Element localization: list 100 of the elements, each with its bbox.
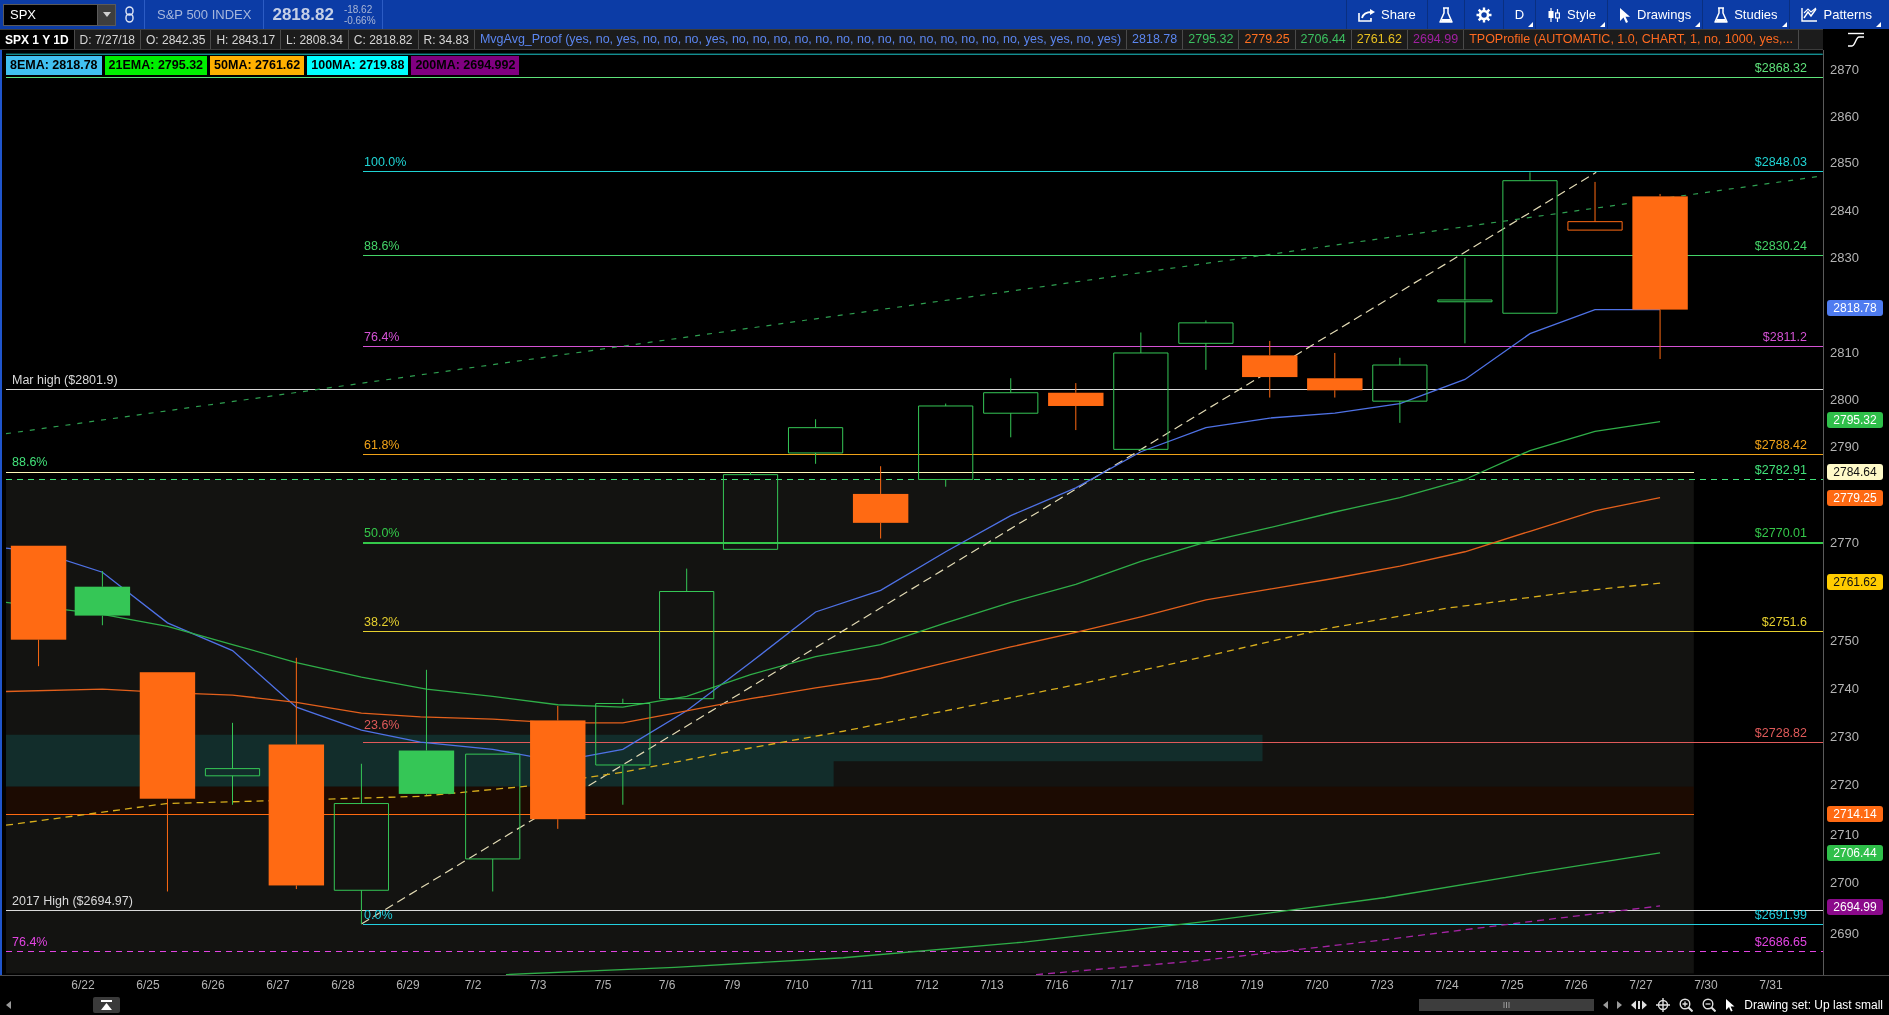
collapse-icon bbox=[101, 1000, 112, 1010]
left-arrow-icon[interactable] bbox=[1603, 1001, 1609, 1009]
price-tag: 2714.14 bbox=[1827, 806, 1883, 822]
level-label: 2017 High ($2694.97) bbox=[12, 894, 133, 909]
price-label: $2848.03 bbox=[1754, 155, 1807, 170]
last-price: 2818.82 bbox=[272, 3, 334, 26]
candlestick bbox=[74, 570, 131, 626]
flask-icon bbox=[1714, 6, 1729, 23]
right-arrow-icon[interactable] bbox=[1617, 1001, 1623, 1009]
symbol-description: S&P 500 INDEX bbox=[157, 5, 252, 24]
quote-value: D: 7/27/18 bbox=[73, 30, 140, 49]
date-label: 7/25 bbox=[1500, 978, 1524, 993]
price-tag: 2706.44 bbox=[1827, 845, 1883, 861]
flask-icon bbox=[1438, 6, 1453, 23]
date-label: 6/25 bbox=[136, 978, 160, 993]
curve-icon[interactable] bbox=[1847, 31, 1865, 48]
axis-tick-label: 2730 bbox=[1830, 729, 1859, 745]
axis-tick-label: 2800 bbox=[1830, 392, 1859, 408]
percent-change: -0.66% bbox=[343, 14, 376, 26]
zoom-in-icon[interactable] bbox=[1679, 998, 1694, 1012]
axis-tick-label: 2710 bbox=[1830, 827, 1859, 843]
axis-tick-label: 2770 bbox=[1830, 535, 1859, 551]
price-label: $2868.32 bbox=[1754, 61, 1807, 76]
price-label: $2782.91 bbox=[1754, 463, 1807, 478]
level-label: 61.8% bbox=[364, 438, 400, 453]
study-value: 2795.32 bbox=[1182, 30, 1239, 49]
caret-icon bbox=[102, 12, 111, 17]
level-label: Mar high ($2801.9) bbox=[12, 373, 118, 388]
date-label: 7/23 bbox=[1370, 978, 1394, 993]
study-value: 2761.62 bbox=[1350, 30, 1407, 49]
price-tag: 2779.25 bbox=[1827, 490, 1883, 506]
status-text: Drawing set: Up last small bbox=[1744, 997, 1883, 1014]
settings-icon bbox=[1475, 6, 1492, 23]
price-label: $2686.65 bbox=[1754, 935, 1807, 950]
quote-value: C: 2818.82 bbox=[347, 30, 418, 49]
date-label: 6/28 bbox=[331, 978, 355, 993]
quote-value: L: 2808.34 bbox=[280, 30, 348, 49]
study-value: MvgAvg_Proof (yes, no, yes, no, no, no, yes, no, no, no, no, no, no, no, no, no, no, no, no, no, no, yes, yes, no, yes) bbox=[473, 30, 1127, 49]
zoom-out-icon[interactable] bbox=[1702, 998, 1717, 1012]
candlestick bbox=[1567, 181, 1623, 231]
level-label: 23.6% bbox=[364, 718, 400, 733]
price-tag: 2795.32 bbox=[1827, 412, 1883, 428]
chart-title: SPX 1 Y 1D bbox=[0, 30, 74, 49]
level-label: 100.0% bbox=[364, 155, 407, 170]
price-tag: 2818.78 bbox=[1827, 300, 1883, 316]
price-change: -18.62 bbox=[343, 3, 374, 15]
candlestick bbox=[1242, 340, 1298, 399]
left-arrow-icon[interactable] bbox=[6, 1001, 11, 1009]
axis-tick-label: 2830 bbox=[1830, 250, 1859, 266]
date-label: 6/29 bbox=[396, 978, 420, 993]
study-value: 2779.25 bbox=[1238, 30, 1295, 49]
symbol-field[interactable]: SPX bbox=[3, 3, 116, 26]
share-icon bbox=[1358, 7, 1375, 22]
candlestick bbox=[1178, 319, 1234, 371]
level-label: 38.2% bbox=[364, 615, 400, 630]
axis-tick-label: 2850 bbox=[1830, 155, 1859, 171]
collapse-button[interactable] bbox=[93, 997, 120, 1013]
price-tag: 2784.64 bbox=[1827, 464, 1883, 480]
level-label: 88.6% bbox=[12, 455, 48, 470]
date-label: 7/3 bbox=[529, 978, 547, 993]
date-label: 7/26 bbox=[1564, 978, 1588, 993]
date-label: 7/30 bbox=[1694, 978, 1718, 993]
candlestick bbox=[1307, 352, 1363, 399]
study-value: 2818.78 bbox=[1126, 30, 1183, 49]
date-label: 6/26 bbox=[201, 978, 225, 993]
price-label: $2751.6 bbox=[1761, 615, 1807, 630]
study-value: 2694.99 bbox=[1407, 30, 1464, 49]
axis-tick-label: 2700 bbox=[1830, 875, 1859, 891]
cursor-icon bbox=[1619, 6, 1631, 23]
cursor-icon[interactable] bbox=[1725, 998, 1736, 1012]
legend-label: 21EMA: 2795.32 bbox=[104, 56, 208, 75]
price-label: $2788.42 bbox=[1754, 438, 1807, 453]
expand-horizontal-icon[interactable] bbox=[1631, 1000, 1648, 1010]
axis-tick-label: 2810 bbox=[1830, 345, 1859, 361]
date-label: 7/13 bbox=[980, 978, 1004, 993]
level-label: 88.6% bbox=[364, 239, 400, 254]
price-tag: 2761.62 bbox=[1827, 574, 1883, 590]
grip-icon bbox=[1503, 1002, 1511, 1008]
study-value: 2706.44 bbox=[1294, 30, 1351, 49]
dropdown-button[interactable] bbox=[97, 4, 115, 25]
link-icon[interactable] bbox=[125, 6, 134, 23]
candlestick-icon bbox=[1547, 6, 1562, 23]
level-label: 76.4% bbox=[364, 330, 400, 345]
axis-tick-label: 2690 bbox=[1830, 926, 1859, 942]
scrollbar-thumb[interactable] bbox=[1419, 999, 1595, 1011]
date-label: 6/27 bbox=[266, 978, 290, 993]
crosshair-icon[interactable] bbox=[1656, 998, 1671, 1012]
legend-label: 100MA: 2719.88 bbox=[307, 56, 409, 75]
level-label: 0.0% bbox=[364, 908, 393, 923]
price-tag: 2694.99 bbox=[1827, 899, 1883, 915]
date-label: 7/20 bbox=[1305, 978, 1329, 993]
axis-tick-label: 2740 bbox=[1830, 681, 1859, 697]
date-label: 7/10 bbox=[785, 978, 809, 993]
candlestick bbox=[788, 418, 844, 465]
date-label: 7/27 bbox=[1629, 978, 1653, 993]
axis-tick-label: 2840 bbox=[1830, 203, 1859, 219]
quote-value: O: 2842.35 bbox=[140, 30, 211, 49]
axis-tick-label: 2860 bbox=[1830, 109, 1859, 125]
level-label: 50.0% bbox=[364, 526, 400, 541]
axis-tick-label: 2870 bbox=[1830, 62, 1859, 78]
